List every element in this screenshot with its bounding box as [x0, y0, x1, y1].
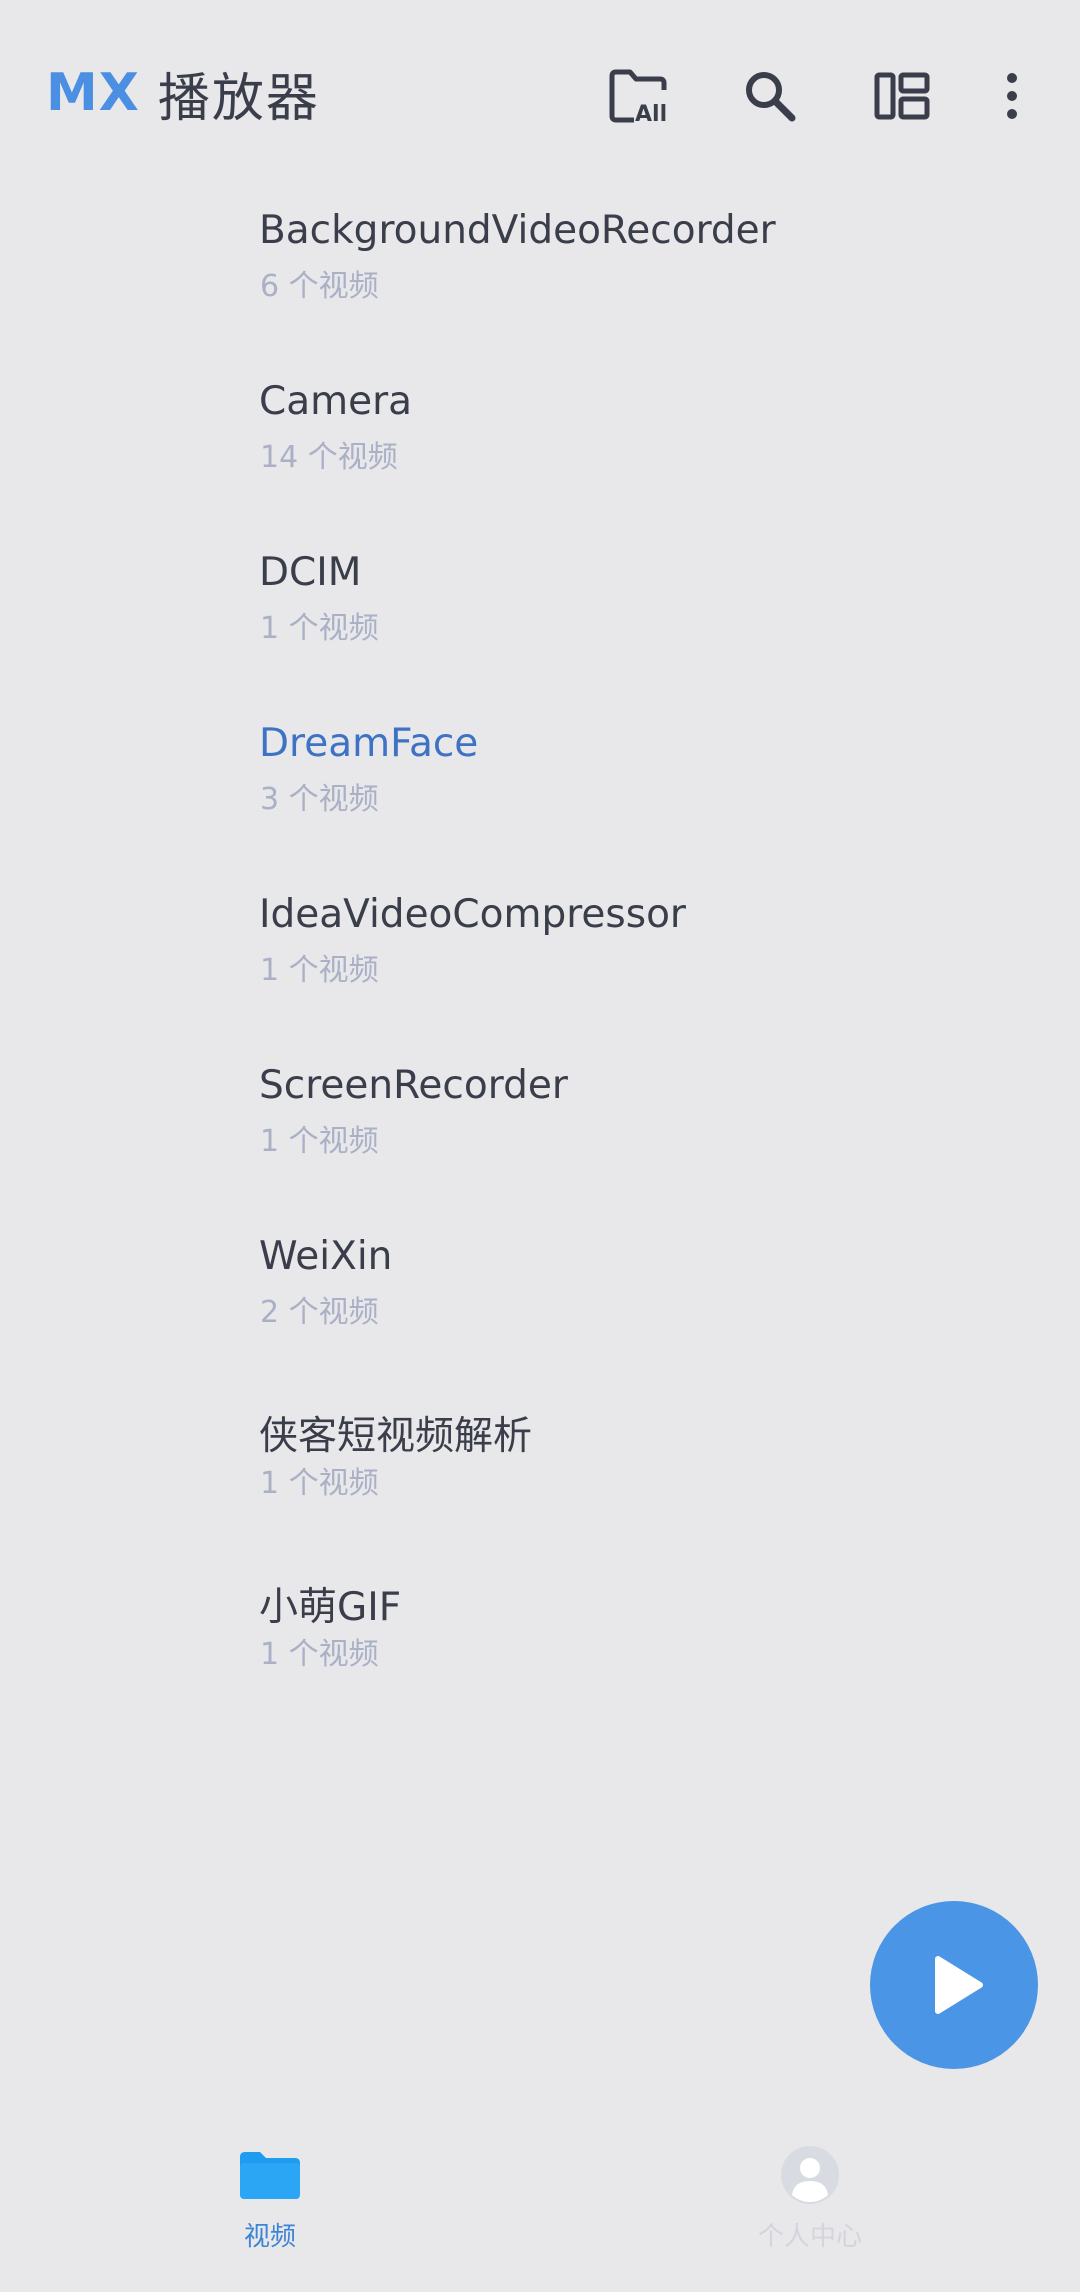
folder-list: BackgroundVideoRecorder 6 个视频 Camera 14 …	[0, 185, 1080, 1724]
app-bar: MX 播放器 All	[0, 0, 1080, 170]
folder-name: 侠客短视频解析	[259, 1414, 533, 1459]
folder-name: DreamFace	[259, 721, 479, 766]
folder-video-count: 1 个视频	[260, 953, 379, 988]
folder-item-dcim[interactable]: DCIM 1 个视频	[0, 527, 1080, 698]
folder-video-count: 6 个视频	[260, 269, 379, 304]
folder-name: DCIM	[259, 550, 362, 595]
folder-video-count: 1 个视频	[260, 1124, 379, 1159]
folder-item-xiake[interactable]: 侠客短视频解析 1 个视频	[0, 1382, 1080, 1553]
folder-all-badge: All	[635, 102, 667, 126]
folder-name: IdeaVideoCompressor	[259, 892, 686, 937]
folder-name: ScreenRecorder	[259, 1063, 568, 1108]
folder-item-weixin[interactable]: WeiXin 2 个视频	[0, 1211, 1080, 1382]
nav-tab-profile[interactable]: 个人中心	[660, 2140, 960, 2270]
nav-label-videos: 视频	[243, 2222, 296, 2252]
folder-video-count: 1 个视频	[260, 1466, 379, 1501]
nav-label-profile: 个人中心	[757, 2222, 862, 2252]
folder-all-icon[interactable]: All	[602, 58, 678, 134]
folder-icon	[235, 2140, 305, 2210]
layout-icon[interactable]	[864, 58, 940, 134]
bottom-navigation: 视频 个人中心	[0, 2140, 1080, 2292]
folder-item-camera[interactable]: Camera 14 个视频	[0, 356, 1080, 527]
more-vert-icon[interactable]	[982, 58, 1042, 134]
folder-video-count: 1 个视频	[260, 611, 379, 646]
folder-item-dreamface[interactable]: DreamFace 3 个视频	[0, 698, 1080, 869]
brand-name: 播放器	[157, 68, 320, 129]
folder-name: BackgroundVideoRecorder	[259, 208, 776, 253]
folder-item-backgroundvideorecorder[interactable]: BackgroundVideoRecorder 6 个视频	[0, 185, 1080, 356]
folder-item-xiaomeng-gif[interactable]: 小萌GIF 1 个视频	[0, 1553, 1080, 1724]
avatar-icon	[775, 2140, 845, 2210]
folder-item-ideavideocompressor[interactable]: IdeaVideoCompressor 1 个视频	[0, 869, 1080, 1040]
folder-video-count: 1 个视频	[260, 1637, 379, 1672]
nav-tab-videos[interactable]: 视频	[120, 2140, 420, 2270]
folder-video-count: 2 个视频	[260, 1295, 379, 1330]
folder-name: 小萌GIF	[259, 1585, 402, 1630]
play-button[interactable]	[870, 1901, 1038, 2069]
search-icon[interactable]	[732, 58, 808, 134]
app-logo: MX 播放器	[46, 58, 320, 129]
folder-video-count: 14 个视频	[260, 440, 398, 475]
play-icon	[935, 1956, 983, 2014]
brand-mx: MX	[46, 63, 140, 123]
folder-item-screenrecorder[interactable]: ScreenRecorder 1 个视频	[0, 1040, 1080, 1211]
folder-name: Camera	[259, 379, 413, 424]
folder-video-count: 3 个视频	[260, 782, 379, 817]
folder-name: WeiXin	[259, 1234, 393, 1279]
